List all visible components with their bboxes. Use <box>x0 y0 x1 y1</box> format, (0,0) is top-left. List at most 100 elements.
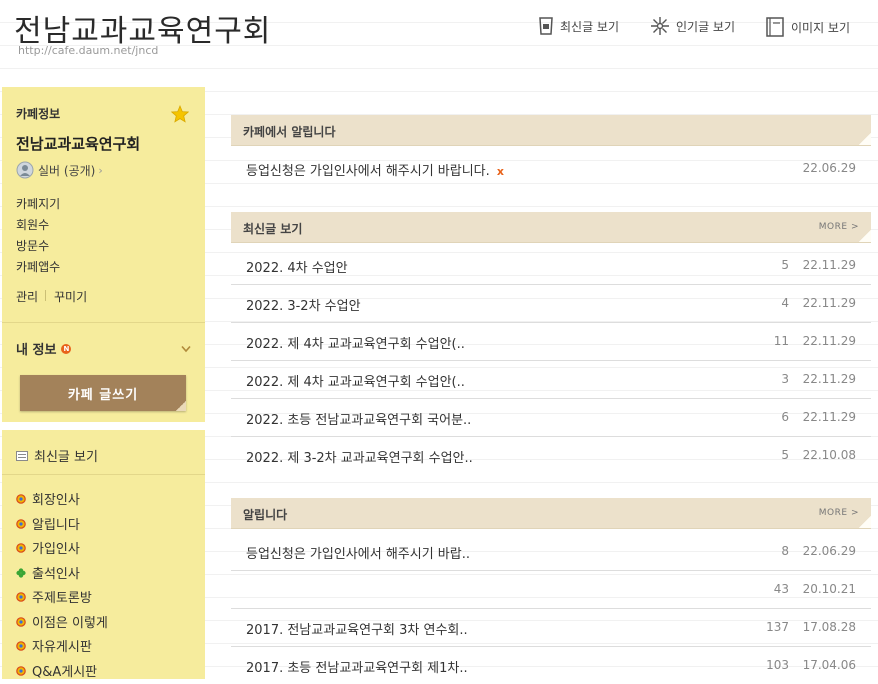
separator <box>45 290 46 301</box>
decorate-link[interactable]: 꾸미기 <box>54 288 87 305</box>
post-row[interactable]: 2022. 제 4차 교과교육연구회 수업안(.. 3 22.11.29 <box>231 360 871 399</box>
post-date: 17.08.28 <box>802 620 856 634</box>
comment-count: 3 <box>781 372 789 386</box>
chevron-right-icon: › <box>98 163 103 177</box>
board-icon <box>16 493 26 504</box>
board-label: Q&A게시판 <box>32 665 98 680</box>
more-link[interactable]: MORE > <box>819 508 859 518</box>
post-title: 2022. 제 3-2차 교과교육연구회 수업안.. <box>246 451 473 466</box>
board-item[interactable]: 주제토론방 <box>16 587 92 606</box>
more-link[interactable]: MORE > <box>819 222 859 232</box>
board-menu-panel: 최신글 보기 회장인사 알립니다 가입인사 출석인사 주제토론방 이점은 이렇게… <box>2 430 205 680</box>
post-date: 22.11.29 <box>802 334 856 348</box>
silver-level-icon <box>16 161 34 179</box>
board-item[interactable]: 회장인사 <box>16 489 80 508</box>
board-item[interactable]: 이점은 이렇게 <box>16 612 108 631</box>
comment-count: 43 <box>773 582 789 596</box>
board-label: 알립니다 <box>32 518 80 533</box>
post-title: 2022. 4차 수업안 <box>246 261 348 276</box>
post-row[interactable]: 2022. 제 4차 교과교육연구회 수업안(.. 11 22.11.29 <box>231 322 871 361</box>
cafe-level[interactable]: 실버 (공개) › <box>16 161 103 179</box>
cafe-link-manager[interactable]: 카페지기 <box>16 195 60 212</box>
board-item[interactable]: Q&A게시판 <box>16 661 97 680</box>
post-date: 22.06.29 <box>802 161 856 175</box>
cafe-link-apps[interactable]: 카페앱수 <box>16 258 60 275</box>
board-item[interactable]: 출석인사 <box>16 563 80 582</box>
post-row[interactable]: 2022. 제 3-2차 교과교육연구회 수업안.. 5 22.10.08 <box>231 436 871 474</box>
notice-section-header: 카페에서 알립니다 <box>231 115 871 146</box>
comment-count: 6 <box>781 410 789 424</box>
cafe-name: 전남교과교육연구회 <box>16 135 141 153</box>
nav-recent-posts[interactable]: 최신글 보기 <box>538 16 619 36</box>
post-date: 22.11.29 <box>802 372 856 386</box>
board-item[interactable]: 자유게시판 <box>16 636 92 655</box>
corner-fold <box>859 230 871 242</box>
new-badge: N <box>61 343 72 354</box>
board-item[interactable]: 가입인사 <box>16 538 80 557</box>
post-row[interactable]: 43 20.10.21 <box>231 570 871 609</box>
star-icon[interactable] <box>171 105 189 123</box>
post-row[interactable]: 2022. 초등 전남교과교육연구회 국어분.. 6 22.11.29 <box>231 398 871 437</box>
post-date: 20.10.21 <box>802 582 856 596</box>
post-date: 22.06.29 <box>802 544 856 558</box>
my-info-label: 내 정보 <box>16 343 57 358</box>
book-icon <box>766 17 784 37</box>
cup-icon <box>539 17 553 35</box>
cafe-info-heading: 카페정보 <box>16 107 61 121</box>
nav-label: 인기글 보기 <box>676 19 736 34</box>
nav-popular-posts[interactable]: 인기글 보기 <box>650 16 735 36</box>
board-label: 회장인사 <box>32 493 80 508</box>
comment-count: 103 <box>766 658 789 672</box>
board-label: 출석인사 <box>32 567 80 582</box>
cafe-info-panel: 카페정보 전남교과교육연구회 실버 (공개) › 카페지기 회원수 방문수 카페… <box>2 87 205 422</box>
alarm-section-header: 알립니다 MORE > <box>231 498 871 529</box>
write-post-button[interactable]: 카페 글쓰기 <box>20 375 186 411</box>
my-info-toggle[interactable]: 내 정보 N <box>16 339 72 358</box>
recent-list-icon <box>16 450 28 461</box>
cafe-link-members[interactable]: 회원수 <box>16 216 49 233</box>
board-item[interactable]: 알립니다 <box>16 514 80 533</box>
notice-row[interactable]: 등업신청은 가입인사에서 해주시기 바랍니다. x 22.06.29 <box>231 149 871 187</box>
chevron-down-icon[interactable] <box>181 345 191 353</box>
board-label: 자유게시판 <box>32 640 92 655</box>
section-title: 최신글 보기 <box>243 222 303 236</box>
post-date: 17.04.06 <box>802 658 856 672</box>
board-icon <box>16 591 26 602</box>
corner-fold <box>859 516 871 528</box>
comment-count: 11 <box>773 334 789 348</box>
cafe-link-visits[interactable]: 방문수 <box>16 237 49 254</box>
post-title: 2017. 초등 전남교과교육연구회 제1차.. <box>246 661 468 676</box>
post-row[interactable]: 2022. 3-2차 수업안 4 22.11.29 <box>231 284 871 323</box>
post-title: 2022. 3-2차 수업안 <box>246 299 361 314</box>
comment-count: 137 <box>766 620 789 634</box>
comment-count: 5 <box>781 448 789 462</box>
post-row[interactable]: 등업신청은 가입인사에서 해주시기 바랍.. 8 22.06.29 <box>231 532 871 571</box>
header: 전남교과교육연구회 http://cafe.daum.net/jncd 최신글 … <box>0 0 878 75</box>
recent-posts-link[interactable]: 최신글 보기 <box>16 446 98 465</box>
board-icon <box>16 616 26 627</box>
section-title: 카페에서 알립니다 <box>243 125 336 139</box>
post-title: 2017. 전남교과교육연구회 3차 연수회.. <box>246 623 468 638</box>
manage-link[interactable]: 관리 <box>16 288 38 305</box>
post-row[interactable]: 2017. 초등 전남교과교육연구회 제1차.. 103 17.04.06 <box>231 646 871 684</box>
cafe-url[interactable]: http://cafe.daum.net/jncd <box>18 44 158 57</box>
nav-label: 이미지 보기 <box>791 20 851 35</box>
board-icon <box>16 640 26 651</box>
post-row[interactable]: 2017. 전남교과교육연구회 3차 연수회.. 137 17.08.28 <box>231 608 871 647</box>
post-date: 22.11.29 <box>802 410 856 424</box>
post-title: 등업신청은 가입인사에서 해주시기 바랍.. <box>246 547 470 562</box>
post-row[interactable]: 2022. 4차 수업안 5 22.11.29 <box>231 246 871 285</box>
post-title: 2022. 제 4차 교과교육연구회 수업안(.. <box>246 375 465 390</box>
level-label: 실버 (공개) <box>38 163 96 178</box>
new-mark: x <box>496 165 505 178</box>
board-label: 이점은 이렇게 <box>32 616 108 631</box>
recent-section-header: 최신글 보기 MORE > <box>231 212 871 243</box>
board-icon <box>16 665 26 676</box>
post-date: 22.10.08 <box>802 448 856 462</box>
flower-icon <box>651 17 669 35</box>
clover-icon <box>16 567 26 578</box>
post-title: 등업신청은 가입인사에서 해주시기 바랍니다. x <box>246 160 504 179</box>
nav-image-posts[interactable]: 이미지 보기 <box>765 16 850 38</box>
comment-count: 8 <box>781 544 789 558</box>
post-date: 22.11.29 <box>802 258 856 272</box>
